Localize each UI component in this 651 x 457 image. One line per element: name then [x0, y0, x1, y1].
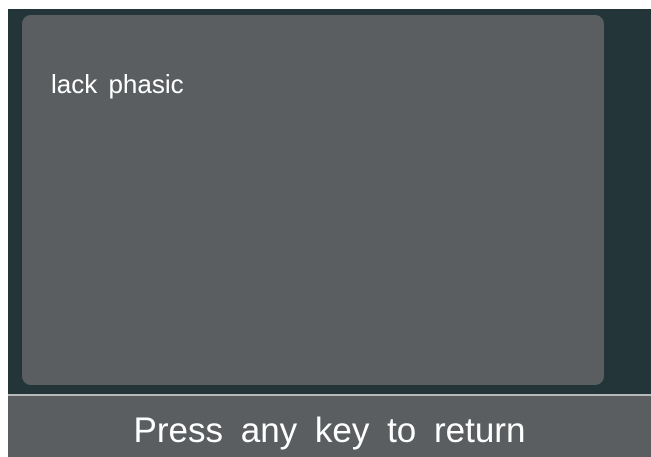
app-screen[interactable]: lack phasic Press any key to return: [8, 9, 651, 457]
return-prompt-text: Press any key to return: [133, 411, 526, 450]
message-panel: lack phasic: [22, 15, 604, 385]
return-prompt-bar[interactable]: Press any key to return: [8, 394, 651, 457]
panel-message-text: lack phasic: [51, 69, 184, 99]
